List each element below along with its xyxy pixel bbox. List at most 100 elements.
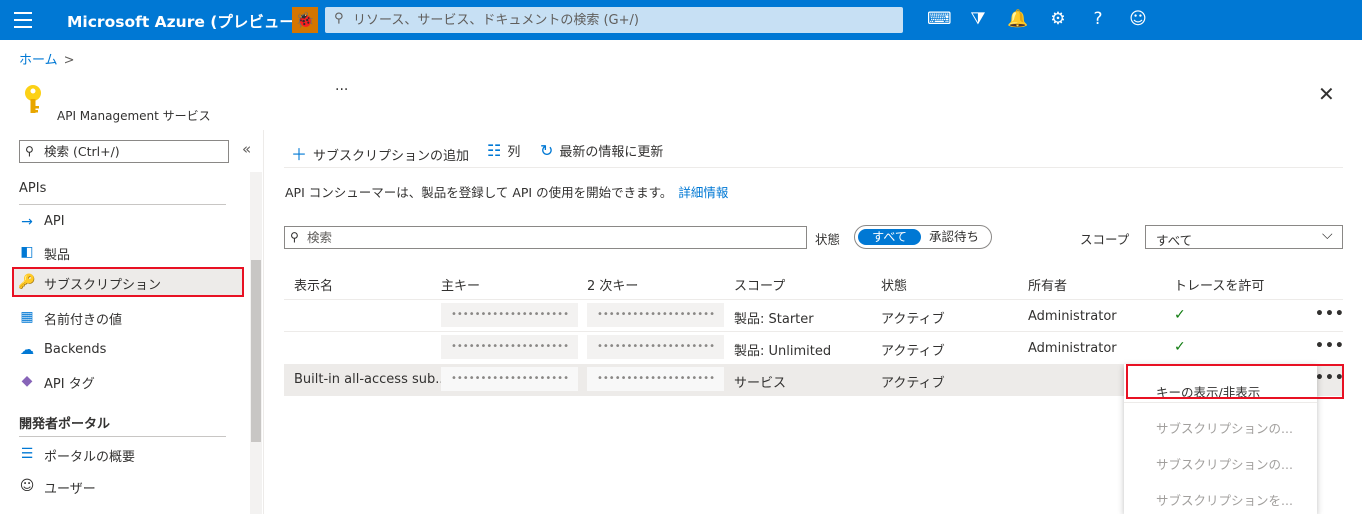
- api-icon: →: [21, 214, 33, 230]
- scrollbar-thumb[interactable]: [251, 260, 261, 442]
- highlight-box: [1126, 364, 1344, 399]
- chevron-right-icon: >: [63, 53, 75, 68]
- sidebar-item-users[interactable]: ☺ ユーザー: [12, 471, 244, 501]
- menu-item-subscription-3[interactable]: サブスクリプションを...: [1156, 490, 1293, 509]
- refresh-icon: ↻: [540, 141, 554, 160]
- secondary-key-field[interactable]: ••••••••••••••••••••: [587, 335, 724, 359]
- column-header-secondary-key[interactable]: 2 次キー: [587, 275, 638, 294]
- column-header-state[interactable]: 状態: [881, 275, 907, 294]
- sidebar-item-label: API タグ: [44, 377, 95, 392]
- secondary-key-field[interactable]: ••••••••••••••••••••: [587, 367, 724, 391]
- search-icon: ⚲: [290, 230, 299, 244]
- key-icon: [25, 85, 41, 113]
- help-icon[interactable]: ?: [1087, 8, 1109, 30]
- sidebar-scrollbar[interactable]: [250, 172, 262, 514]
- key-icon: 🔑: [18, 274, 36, 290]
- column-header-primary-key[interactable]: 主キー: [441, 275, 480, 294]
- divider: [263, 130, 264, 514]
- scope-cell: 製品: Starter: [734, 312, 814, 327]
- owner-cell: Administrator: [1028, 341, 1117, 356]
- column-header-name[interactable]: 表示名: [294, 275, 333, 294]
- directory-filter-icon[interactable]: ⧩: [967, 8, 989, 30]
- scope-dropdown[interactable]: すべて ⌵: [1145, 225, 1343, 249]
- feedback-icon[interactable]: ☺: [1127, 8, 1149, 30]
- row-more-button[interactable]: •••: [1315, 306, 1345, 322]
- plus-icon: ＋: [291, 145, 308, 164]
- settings-icon[interactable]: ⚙: [1047, 8, 1069, 30]
- more-icon[interactable]: ···: [335, 82, 348, 98]
- divider: [19, 204, 226, 205]
- primary-key-field[interactable]: ••••••••••••••••••••: [441, 367, 578, 391]
- check-icon: ✓: [1174, 307, 1186, 323]
- column-header-trace[interactable]: トレースを許可: [1174, 275, 1264, 294]
- divider: [284, 331, 1343, 332]
- sidebar-item-portal-overview[interactable]: ☰ ポータルの概要: [12, 439, 244, 469]
- menu-item-subscription-2[interactable]: サブスクリプションの...: [1156, 454, 1293, 473]
- toggle-pending[interactable]: 承認待ち: [929, 229, 979, 245]
- close-icon[interactable]: ✕: [1318, 82, 1335, 106]
- brand-title[interactable]: Microsoft Azure (プレビュー): [67, 10, 302, 32]
- breadcrumb-home[interactable]: ホーム: [19, 53, 58, 68]
- scope-cell: サービス: [734, 376, 787, 391]
- global-search[interactable]: ⚲: [325, 7, 903, 33]
- breadcrumb: ホーム >: [19, 49, 75, 68]
- scope-label: スコープ: [1080, 232, 1130, 247]
- sidebar-item-label: API: [44, 214, 65, 229]
- primary-key-field[interactable]: ••••••••••••••••••••: [441, 303, 578, 327]
- secondary-key-field[interactable]: ••••••••••••••••••••: [587, 303, 724, 327]
- primary-key-field[interactable]: ••••••••••••••••••••: [441, 335, 578, 359]
- sidebar-item-api-tags[interactable]: ◆ API タグ: [12, 366, 244, 396]
- sidebar-item-subscriptions[interactable]: 🔑 サブスクリプション: [12, 267, 244, 297]
- state-cell: アクティブ: [881, 344, 945, 359]
- sidebar-search[interactable]: ⚲: [19, 140, 229, 163]
- global-search-input[interactable]: [353, 7, 893, 33]
- tag-icon: ◆: [21, 373, 33, 389]
- product-icon: ◧: [20, 244, 34, 260]
- columns-icon: ☷: [487, 141, 502, 160]
- sidebar-item-label: サブスクリプション: [44, 278, 162, 293]
- notifications-icon[interactable]: 🔔: [1007, 8, 1029, 30]
- scope-value: すべて: [1156, 233, 1193, 248]
- cloud-shell-icon[interactable]: ⌨: [927, 8, 952, 30]
- filter-search[interactable]: ⚲: [284, 226, 807, 249]
- menu-item-subscription-1[interactable]: サブスクリプションの...: [1156, 418, 1293, 437]
- named-values-icon: ▦: [20, 309, 34, 325]
- sidebar-item-products[interactable]: ◧ 製品: [12, 237, 244, 267]
- column-header-owner[interactable]: 所有者: [1028, 275, 1067, 294]
- columns-button[interactable]: ☷ 列: [487, 141, 520, 160]
- info-text: API コンシューマーは、製品を登録して API の使用を開始できます。 詳細情報: [285, 185, 729, 200]
- menu-icon[interactable]: [14, 12, 32, 28]
- sidebar-item-backends[interactable]: ☁ Backends: [12, 335, 244, 365]
- toggle-all[interactable]: すべて: [858, 229, 921, 245]
- name-cell[interactable]: Built-in all-access sub...: [294, 372, 448, 387]
- state-cell: アクティブ: [881, 312, 945, 327]
- chevron-down-icon: ⌵: [1322, 227, 1333, 243]
- scope-cell: 製品: Unlimited: [734, 344, 832, 359]
- add-subscription-button[interactable]: ＋サブスクリプションの追加: [291, 141, 469, 165]
- divider: [19, 436, 226, 437]
- row-more-button[interactable]: •••: [1315, 338, 1345, 354]
- refresh-button[interactable]: ↻ 最新の情報に更新: [540, 141, 663, 160]
- filter-search-input[interactable]: [307, 228, 787, 247]
- sidebar-item-label: ユーザー: [44, 482, 96, 497]
- sidebar-item-label: 製品: [44, 248, 71, 263]
- search-icon: ⚲: [334, 11, 344, 26]
- portal-overview-icon: ☰: [20, 446, 34, 462]
- state-cell: アクティブ: [881, 376, 945, 391]
- divider: [284, 299, 1343, 300]
- bug-icon[interactable]: 🐞: [292, 7, 318, 33]
- sidebar-search-input[interactable]: [44, 142, 224, 161]
- learn-more-link[interactable]: 詳細情報: [678, 185, 728, 200]
- state-toggle[interactable]: すべて 承認待ち: [854, 225, 992, 249]
- column-header-scope[interactable]: スコープ: [734, 275, 785, 294]
- sidebar-item-api[interactable]: → API: [12, 207, 244, 237]
- user-icon: ☺: [19, 478, 35, 494]
- top-bar: Microsoft Azure (プレビュー) 🐞 ⚲ ⌨ ⧩ 🔔 ⚙ ? ☺: [0, 0, 1362, 40]
- sidebar-item-label: 名前付きの値: [44, 313, 123, 328]
- section-developer-portal: 開発者ポータル: [19, 417, 111, 432]
- sidebar-item-named-values[interactable]: ▦ 名前付きの値: [12, 302, 244, 332]
- check-icon: ✓: [1174, 339, 1186, 355]
- collapse-icon[interactable]: «: [242, 140, 251, 158]
- state-label: 状態: [815, 232, 841, 247]
- section-apis: APIs: [19, 181, 47, 196]
